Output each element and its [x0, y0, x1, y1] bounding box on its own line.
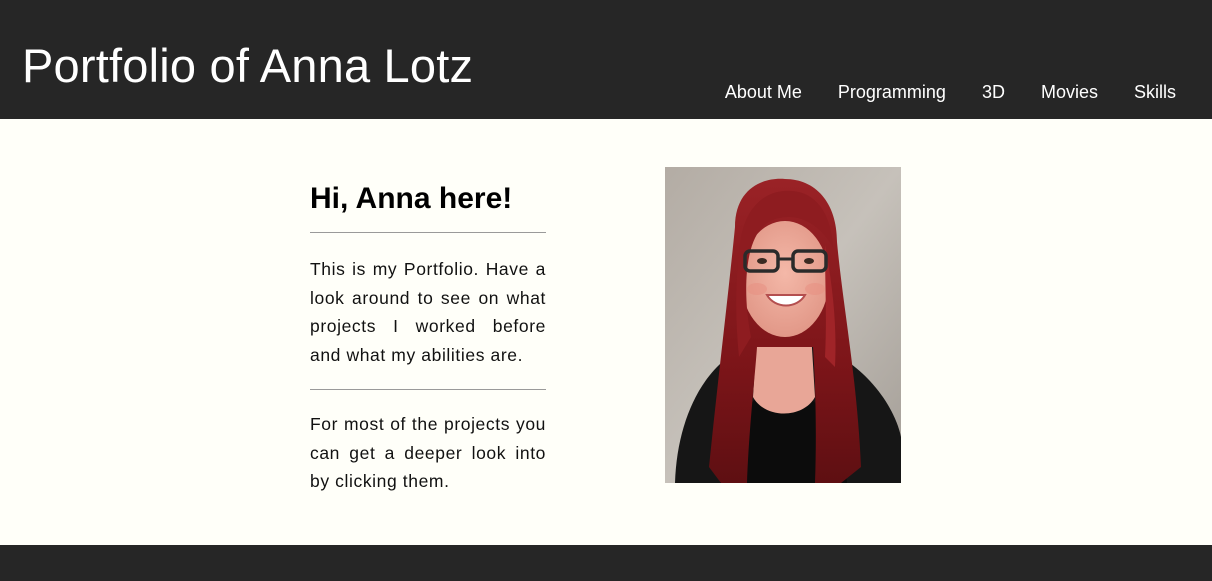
intro-hint-paragraph: For most of the projects you can get a d… — [310, 414, 546, 491]
site-footer — [0, 545, 1212, 581]
nav-item-3d[interactable]: 3D — [982, 80, 1005, 104]
nav-item-programming[interactable]: Programming — [838, 80, 946, 104]
divider — [310, 389, 546, 390]
intro-section: Hi, Anna here! This is my Portfolio. Hav… — [310, 181, 546, 496]
intro-heading: Hi, Anna here! — [310, 182, 513, 215]
main-nav: About Me Programming 3D Movies Skills — [689, 80, 1176, 104]
nav-item-about-me[interactable]: About Me — [725, 80, 802, 104]
nav-item-movies[interactable]: Movies — [1041, 80, 1098, 104]
portrait-photo — [665, 167, 901, 483]
main-content: Hi, Anna here! This is my Portfolio. Hav… — [0, 119, 1212, 545]
intro-paragraph: This is my Portfolio. Have a look around… — [310, 259, 546, 365]
site-title: Portfolio of Anna Lotz — [22, 39, 474, 92]
divider — [310, 232, 546, 233]
site-header: Portfolio of Anna Lotz About Me Programm… — [0, 0, 1212, 119]
nav-item-skills[interactable]: Skills — [1134, 80, 1176, 104]
